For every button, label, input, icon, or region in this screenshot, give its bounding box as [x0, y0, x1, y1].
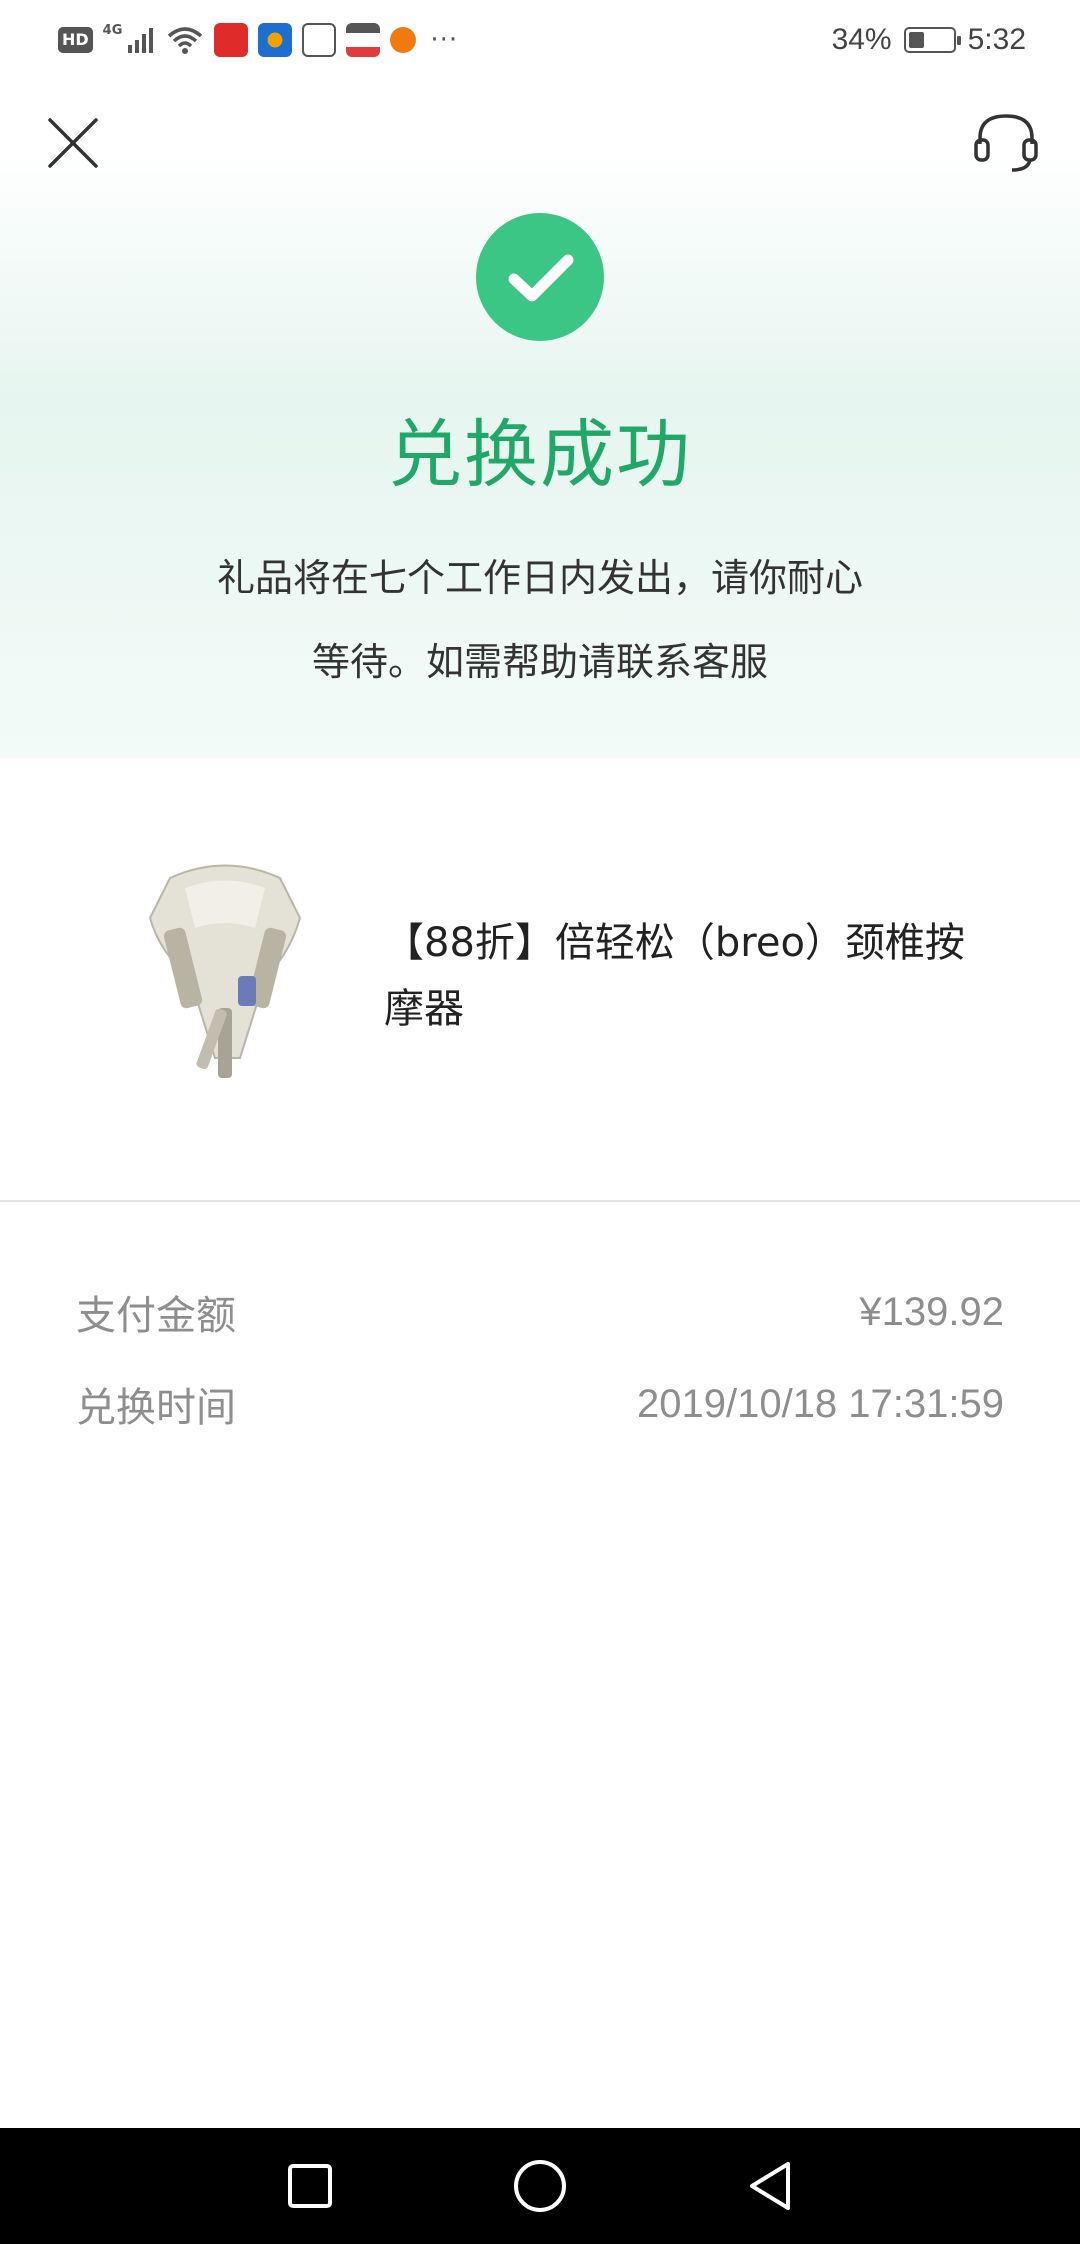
checkmark-icon [508, 254, 574, 302]
network-type: 4G [102, 22, 123, 38]
product-card[interactable]: 【88折】倍轻松（breo）颈椎按摩器 [0, 758, 1080, 1202]
f-app-icon [390, 27, 417, 53]
payment-amount-label: 支付金额 [76, 1293, 236, 1339]
back-button[interactable] [740, 2156, 800, 2216]
home-button[interactable] [510, 2156, 570, 2216]
battery-percent: 34% [831, 23, 892, 56]
circle-icon [514, 2160, 566, 2212]
exchange-time-row: 兑换时间 2019/10/18 17:31:59 [76, 1374, 1004, 1434]
payment-amount-value: ¥139.92 [859, 1289, 1004, 1334]
system-nav-bar [0, 2128, 1080, 2244]
product-name: 【88折】倍轻松（breo）颈椎按摩器 [384, 920, 965, 1032]
battery-level [908, 32, 924, 48]
customer-service-button[interactable] [972, 112, 1040, 174]
success-badge [476, 213, 604, 341]
recents-button[interactable] [280, 2156, 340, 2216]
square-icon [288, 2164, 332, 2208]
hd-badge: HD [58, 27, 93, 53]
headset-icon [974, 114, 1038, 172]
battery-icon [903, 27, 961, 53]
payment-amount-row: 支付金额 ¥139.92 [76, 1282, 1004, 1342]
status-bar: HD 4G ··· 34% 5:32 [0, 0, 1080, 80]
status-bar-right: 34% 5:32 [832, 20, 1026, 60]
page-title: 兑换成功 [388, 412, 692, 498]
exchange-time-value: 2019/10/18 17:31:59 [636, 1381, 1004, 1426]
cell-signal-icon [128, 28, 154, 53]
exchange-time-label: 兑换时间 [76, 1385, 236, 1431]
more-notifications-icon: ··· [430, 25, 459, 55]
close-icon [48, 118, 98, 168]
paw-app-icon [302, 23, 337, 57]
stock-app-icon [214, 23, 249, 57]
clock: 5:32 [967, 23, 1026, 56]
sohu-video-app-icon [346, 23, 381, 57]
triangle-back-icon [750, 2162, 790, 2210]
close-button[interactable] [46, 116, 100, 170]
status-bar-left: HD 4G ··· [58, 22, 458, 58]
browser-app-icon [258, 23, 293, 57]
product-image [148, 864, 302, 1078]
wifi-icon [168, 27, 203, 54]
success-message: 礼品将在七个工作日内发出，请你耐心等待。如需帮助请联系客服 [216, 556, 863, 684]
